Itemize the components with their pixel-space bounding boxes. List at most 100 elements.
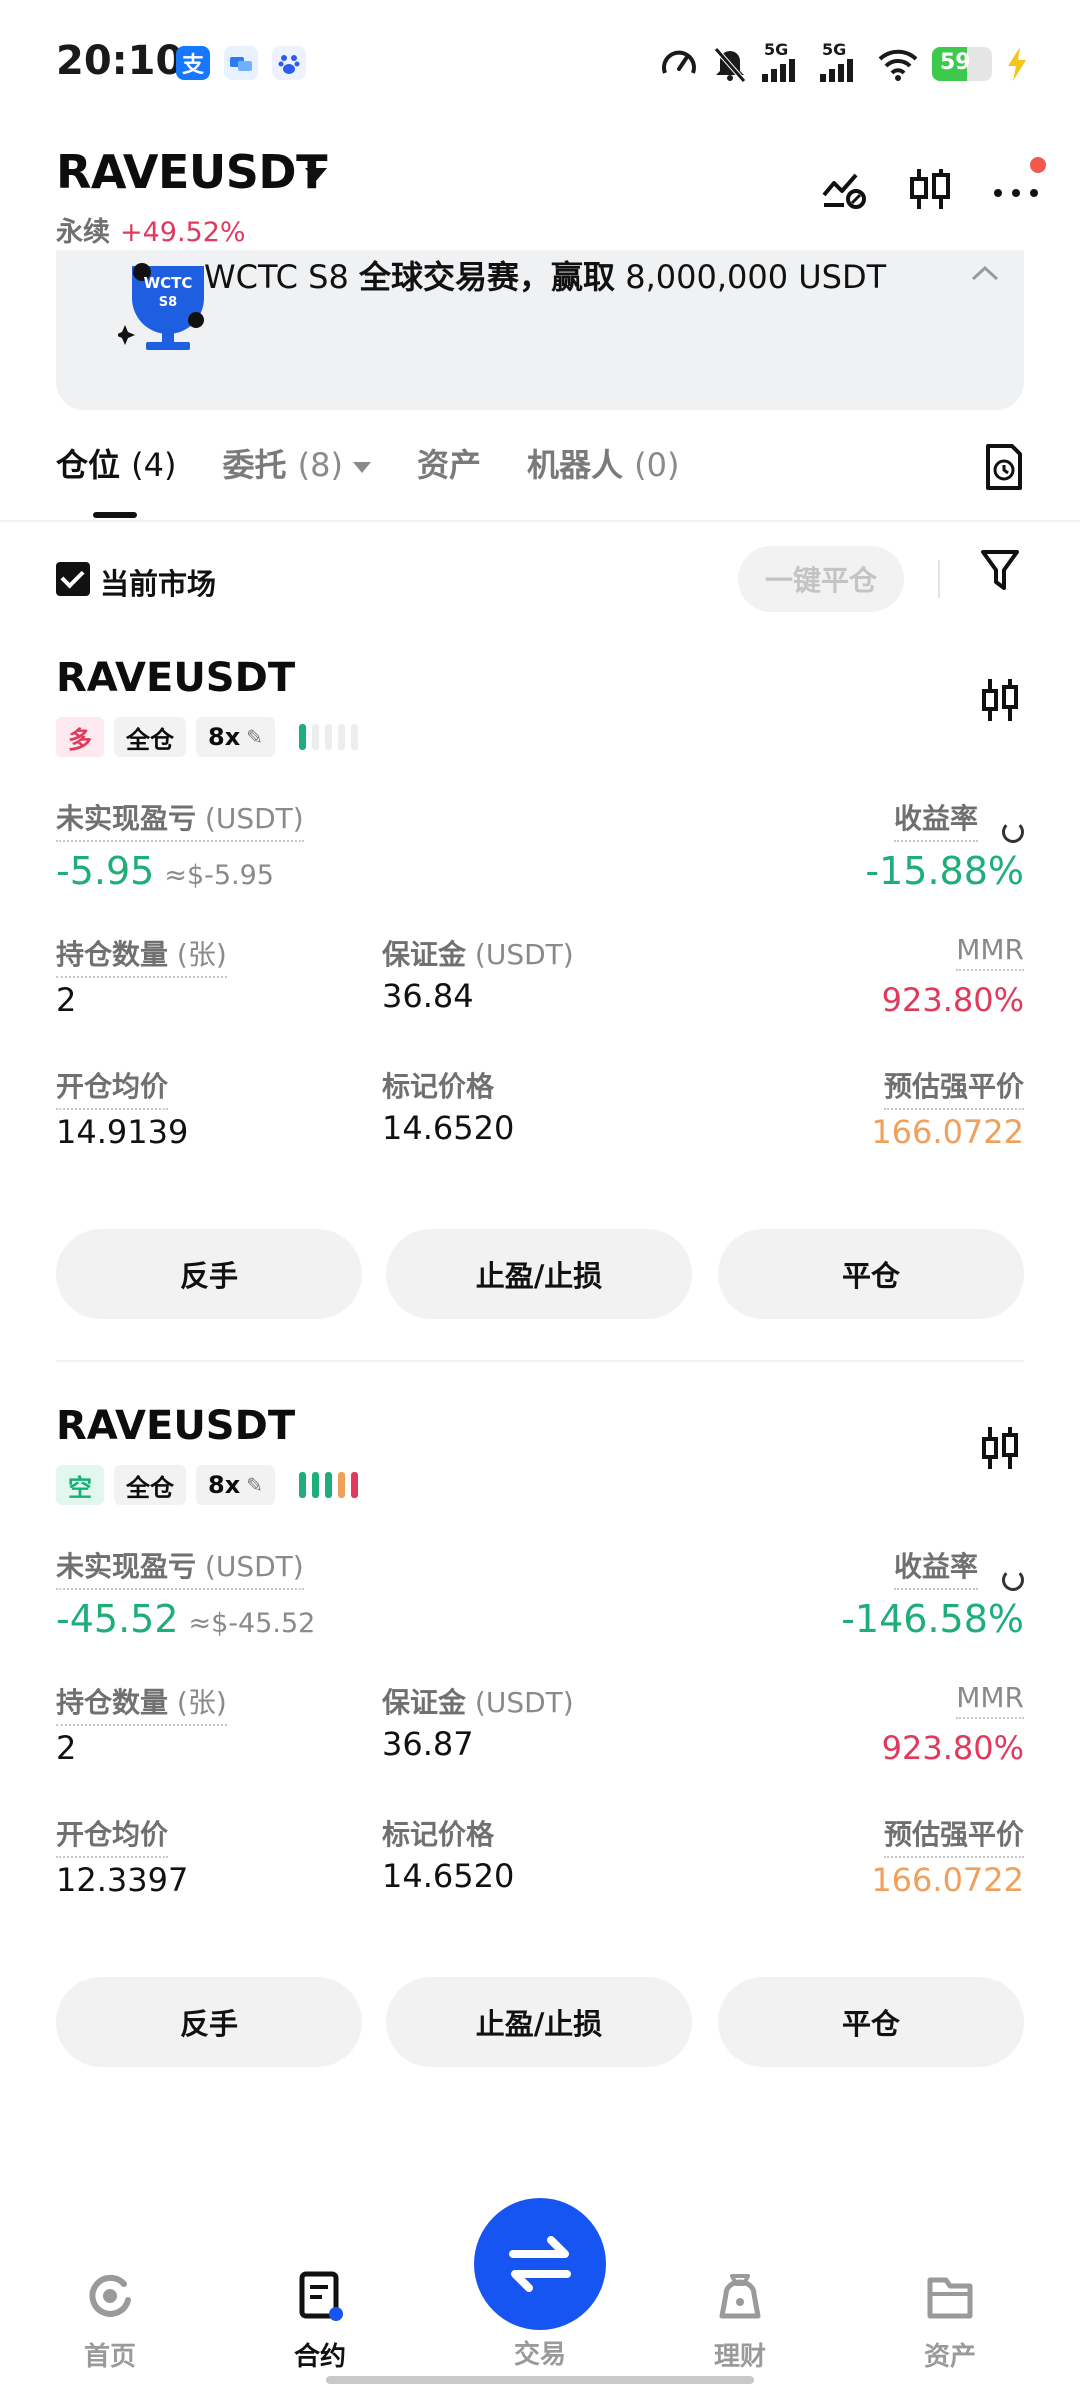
tp-sl-button[interactable]: 止盈/止损 [386,1229,692,1319]
tabs-divider [0,520,1080,522]
mmr-label[interactable]: MMR [956,1681,1024,1719]
margin-label: 保证金 (USDT) [382,1686,574,1719]
status-bar: 20:10 支 5G 5G 59 [0,0,1080,130]
quantity-label[interactable]: 持仓数量 (张) [56,933,227,978]
contract-type: 永续 [56,217,110,248]
tab-bots[interactable]: 机器人 (0) [527,440,679,486]
header-actions [820,157,1046,213]
active-tab-indicator [93,512,137,518]
current-market-checkbox[interactable] [56,562,90,596]
position-tabs: 仓位 (4) 委托 (8) 资产 机器人 (0) [56,440,679,486]
mark-price-value: 14.6520 [382,1109,515,1147]
position-tags: 多 全仓 8x ✎ [56,717,358,757]
margin-label: 保证金 (USDT) [382,938,574,971]
entry-price-label[interactable]: 开仓均价 [56,1813,169,1858]
quantity-value: 2 [56,1729,77,1767]
adl-bar [337,1472,345,1498]
charging-bolt-icon [1008,47,1026,81]
baidu-icon [272,46,306,80]
leverage-badge[interactable]: 8x ✎ [196,1465,275,1505]
trade-fab-button[interactable] [474,2198,606,2330]
nav-finance[interactable]: 理财 [680,2270,800,2373]
position-card: RAVEUSDT 多 全仓 8x ✎ 未实现盈亏 (USDT) -5.95 ≈$-5… [56,655,1024,1355]
position-chart-icon[interactable] [980,1423,1020,1473]
trophy-logo-text-2: S8 [159,295,177,310]
wallet-icon [924,2270,976,2322]
nav-assets[interactable]: 资产 [890,2270,1010,2373]
cellular-signal-2-icon: 5G [820,40,864,84]
margin-mode-badge: 全仓 [114,1465,186,1505]
position-chart-icon[interactable] [980,675,1020,725]
adl-indicator [298,1472,358,1498]
edit-pen-icon[interactable]: ✎ [246,1473,263,1497]
speedometer-icon [662,50,696,74]
symbol-dropdown-icon[interactable] [305,168,327,181]
close-position-button[interactable]: 平仓 [718,1977,1024,2067]
roe-label[interactable]: 收益率 [893,1545,978,1590]
alipay-icon: 支 [176,46,210,80]
roe-value: -15.88% [865,849,1024,893]
position-tags: 空 全仓 8x ✎ [56,1465,358,1505]
side-badge: 多 [56,717,104,757]
adl-bar [311,724,319,750]
reverse-button[interactable]: 反手 [56,1977,362,2067]
notification-dot [1030,157,1046,173]
candlestick-chart-icon[interactable] [906,165,954,213]
filter-icon[interactable] [980,548,1020,592]
quantity-value: 2 [56,981,77,1019]
adl-bar [324,1472,332,1498]
contract-icon [294,2270,346,2322]
liq-price-label[interactable]: 预估强平价 [883,1065,1024,1110]
pnl-analysis-icon[interactable] [820,165,868,213]
tp-sl-button[interactable]: 止盈/止损 [386,1977,692,2067]
entry-price-label[interactable]: 开仓均价 [56,1065,169,1110]
position-symbol[interactable]: RAVEUSDT [56,1403,295,1449]
nav-contract[interactable]: 合约 [260,2270,380,2373]
unrealized-pnl-label[interactable]: 未实现盈亏 (USDT) [56,1545,304,1590]
mark-price-value: 14.6520 [382,1857,515,1895]
unrealized-pnl-label[interactable]: 未实现盈亏 (USDT) [56,797,304,842]
adl-bar [350,1472,358,1498]
nav-trade-label[interactable]: 交易 [480,2334,600,2371]
more-options-icon[interactable] [992,157,1046,213]
roe-refresh-icon[interactable] [1002,1569,1024,1591]
home-indicator[interactable] [326,2376,754,2384]
nav-home[interactable]: 首页 [50,2270,170,2373]
mark-price-label: 标记价格 [382,1818,495,1851]
margin-value: 36.84 [382,977,474,1015]
close-position-button[interactable]: 平仓 [718,1229,1024,1319]
symbol-title[interactable]: RAVEUSDT [56,145,327,199]
swap-icon [509,2236,571,2292]
banner-close-icon[interactable] [970,250,1000,290]
leverage-badge[interactable]: 8x ✎ [196,717,275,757]
tab-assets[interactable]: 资产 [417,440,481,486]
home-icon [84,2270,136,2322]
mmr-label[interactable]: MMR [956,933,1024,971]
side-badge: 空 [56,1465,104,1505]
position-symbol[interactable]: RAVEUSDT [56,655,295,701]
adl-bar [298,1472,306,1498]
current-market-label[interactable]: 当前市场 [100,561,216,603]
entry-price-value: 12.3397 [56,1861,189,1899]
margin-mode-badge: 全仓 [114,717,186,757]
liq-price-label[interactable]: 预估强平价 [883,1813,1024,1858]
roe-refresh-icon[interactable] [1002,821,1024,843]
unrealized-pnl: -45.52 ≈$-45.52 [56,1597,316,1641]
orders-dropdown-icon[interactable] [352,461,371,473]
mute-bell-icon [714,47,746,83]
history-icon[interactable] [982,442,1026,492]
quantity-label[interactable]: 持仓数量 (张) [56,1681,227,1726]
close-all-button[interactable]: 一键平仓 [738,546,904,612]
status-app-icons: 支 [176,46,306,80]
status-indicators: 5G 5G 59 [660,40,1028,84]
card-divider [56,1360,1024,1362]
roe-label[interactable]: 收益率 [893,797,978,842]
reverse-button[interactable]: 反手 [56,1229,362,1319]
tab-positions[interactable]: 仓位 (4) [56,440,176,486]
adl-bar [311,1472,319,1498]
tab-orders[interactable]: 委托 (8) [222,440,371,486]
cellular-signal-1-icon: 5G [762,40,806,84]
finance-icon [714,2270,766,2322]
adl-bar [337,724,345,750]
edit-pen-icon[interactable]: ✎ [246,725,263,749]
